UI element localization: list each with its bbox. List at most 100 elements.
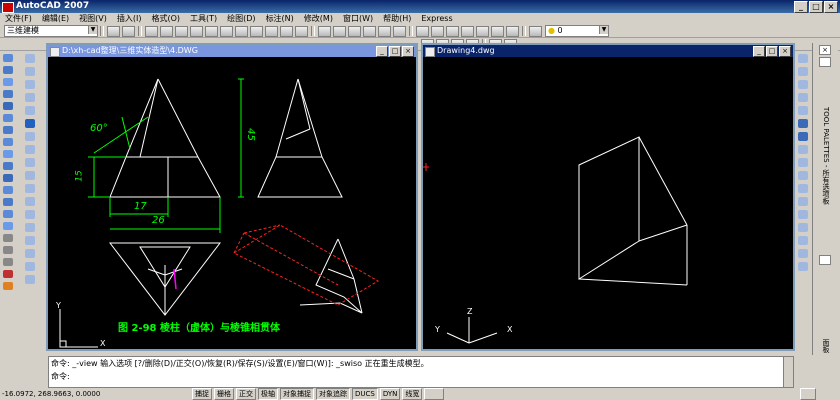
snap-toggle[interactable]: 捕捉 bbox=[192, 388, 212, 400]
drawing-1-restore-button[interactable]: □ bbox=[389, 46, 401, 57]
ucs-view-icon[interactable] bbox=[798, 184, 808, 193]
helix-icon[interactable] bbox=[3, 150, 13, 158]
torus-icon[interactable] bbox=[3, 126, 13, 134]
spline-icon[interactable] bbox=[25, 158, 35, 167]
view-se-iso-icon[interactable] bbox=[798, 132, 808, 141]
drawing-2-close-button[interactable]: × bbox=[779, 46, 791, 57]
rectangle-icon[interactable] bbox=[25, 106, 35, 115]
palette-close-icon[interactable]: × bbox=[819, 45, 831, 55]
ucs-icon-tool[interactable] bbox=[798, 145, 808, 154]
construction-line-icon[interactable] bbox=[25, 67, 35, 76]
menu-help[interactable]: 帮助(H) bbox=[378, 13, 416, 25]
polygon-icon[interactable] bbox=[25, 93, 35, 102]
pan-icon[interactable] bbox=[348, 25, 361, 37]
polysolid-icon[interactable] bbox=[3, 54, 13, 62]
open-file-icon[interactable] bbox=[160, 25, 173, 37]
ucs-world-icon[interactable] bbox=[798, 158, 808, 167]
block-editor-icon[interactable] bbox=[295, 25, 308, 37]
match-properties-icon[interactable] bbox=[280, 25, 293, 37]
save-file-icon[interactable] bbox=[175, 25, 188, 37]
drawing-2-canvas[interactable]: Z Y X bbox=[423, 57, 793, 349]
menu-edit[interactable]: 编辑(E) bbox=[37, 13, 74, 25]
minimize-button[interactable]: _ bbox=[794, 1, 808, 13]
panel-close-icon[interactable] bbox=[819, 255, 831, 265]
workspace-select[interactable]: 三维建模 ▼ bbox=[4, 25, 98, 37]
menu-draw[interactable]: 绘图(D) bbox=[222, 13, 260, 25]
new-file-icon[interactable] bbox=[145, 25, 158, 37]
ellipse-icon[interactable] bbox=[25, 171, 35, 180]
grid-toggle[interactable]: 栅格 bbox=[214, 388, 234, 400]
polyline-icon[interactable] bbox=[25, 80, 35, 89]
drawing-1-canvas[interactable]: 60° 45 15 17 26 图 2-98 棱柱（虚体）与棱锥相贯体 Y X bbox=[48, 57, 416, 349]
mtext-icon[interactable] bbox=[25, 275, 35, 284]
subtract-icon[interactable] bbox=[3, 246, 13, 254]
dyn-toggle[interactable]: DYN bbox=[379, 388, 401, 400]
arc-icon[interactable] bbox=[25, 119, 35, 128]
ucs-y-rotate-icon[interactable] bbox=[798, 249, 808, 258]
drawing-window-2[interactable]: Drawing4.dwg _ □ × Z Y X bbox=[421, 43, 795, 351]
pan-tool-icon[interactable] bbox=[798, 54, 808, 63]
ucs-3point-icon[interactable] bbox=[798, 223, 808, 232]
zoom-tool-icon[interactable] bbox=[798, 67, 808, 76]
maximize-button[interactable]: □ bbox=[809, 1, 823, 13]
hatch-icon[interactable] bbox=[25, 223, 35, 232]
status-tray-icon[interactable] bbox=[800, 388, 816, 400]
ucs-origin-icon[interactable] bbox=[798, 197, 808, 206]
cone-icon[interactable] bbox=[3, 90, 13, 98]
menu-tools[interactable]: 工具(T) bbox=[185, 13, 222, 25]
menu-insert[interactable]: 插入(I) bbox=[112, 13, 147, 25]
drawing-1-close-button[interactable]: × bbox=[402, 46, 414, 57]
ducs-toggle[interactable]: DUCS bbox=[352, 388, 378, 400]
sweep-icon[interactable] bbox=[3, 198, 13, 206]
design-center-icon[interactable] bbox=[431, 25, 444, 37]
osnap-toggle[interactable]: 对象捕捉 bbox=[280, 388, 314, 400]
view-front-icon[interactable] bbox=[798, 93, 808, 102]
model-layout-icon[interactable] bbox=[424, 388, 445, 400]
insert-block-icon[interactable] bbox=[25, 184, 35, 193]
loft-icon[interactable] bbox=[3, 222, 13, 230]
region-icon[interactable] bbox=[25, 249, 35, 258]
circle-icon[interactable] bbox=[25, 132, 35, 141]
gradient-icon[interactable] bbox=[25, 236, 35, 245]
sheet-set-icon[interactable] bbox=[461, 25, 474, 37]
menu-file[interactable]: 文件(F) bbox=[0, 13, 37, 25]
ucs-face-icon[interactable] bbox=[798, 171, 808, 180]
3d-orbit-icon[interactable] bbox=[798, 80, 808, 89]
wedge-icon[interactable] bbox=[3, 78, 13, 86]
drawing-1-minimize-button[interactable]: _ bbox=[376, 46, 388, 57]
save-workspace-icon[interactable] bbox=[122, 25, 135, 37]
cylinder-icon[interactable] bbox=[3, 114, 13, 122]
intersect-icon[interactable] bbox=[3, 258, 13, 266]
line-icon[interactable] bbox=[25, 54, 35, 63]
palette-autohide-icon[interactable] bbox=[819, 57, 831, 67]
paste-icon[interactable] bbox=[265, 25, 278, 37]
ucs-z-rotate-icon[interactable] bbox=[798, 262, 808, 271]
ortho-toggle[interactable]: 正交 bbox=[236, 388, 256, 400]
box-icon[interactable] bbox=[3, 66, 13, 74]
view-sw-iso-icon[interactable] bbox=[798, 119, 808, 128]
zoom-previous-icon[interactable] bbox=[393, 25, 406, 37]
workspace-settings-icon[interactable] bbox=[107, 25, 120, 37]
drawing-2-restore-button[interactable]: □ bbox=[766, 46, 778, 57]
command-input-line[interactable]: 命令: bbox=[49, 370, 793, 383]
otrack-toggle[interactable]: 对象追踪 bbox=[316, 388, 350, 400]
drawing-window-1-titlebar[interactable]: D:\xh-cad整理\三维实体造型\4.DWG _ □ × bbox=[48, 45, 416, 57]
point-icon[interactable] bbox=[25, 210, 35, 219]
close-button[interactable]: × bbox=[824, 1, 838, 13]
tool-palettes-panel[interactable]: × TOOL PALETTES - 所有选项板 面板 bbox=[812, 43, 838, 355]
menu-express[interactable]: Express bbox=[416, 13, 457, 25]
menu-modify[interactable]: 修改(M) bbox=[299, 13, 338, 25]
layer-properties-icon[interactable] bbox=[529, 25, 542, 37]
markup-icon[interactable] bbox=[476, 25, 489, 37]
menu-dimension[interactable]: 标注(N) bbox=[261, 13, 299, 25]
properties-icon[interactable] bbox=[416, 25, 429, 37]
quickcalc-icon[interactable] bbox=[491, 25, 504, 37]
lineweight-toggle[interactable]: 线宽 bbox=[402, 388, 423, 400]
drawing-window-2-titlebar[interactable]: Drawing4.dwg _ □ × bbox=[423, 45, 793, 57]
tool-palettes-icon[interactable] bbox=[446, 25, 459, 37]
layer-select[interactable]: ● 0 ▼ bbox=[545, 25, 609, 37]
menu-view[interactable]: 视图(V) bbox=[74, 13, 112, 25]
revolve-icon[interactable] bbox=[3, 210, 13, 218]
presspull-icon[interactable] bbox=[3, 186, 13, 194]
menu-window[interactable]: 窗口(W) bbox=[338, 13, 378, 25]
